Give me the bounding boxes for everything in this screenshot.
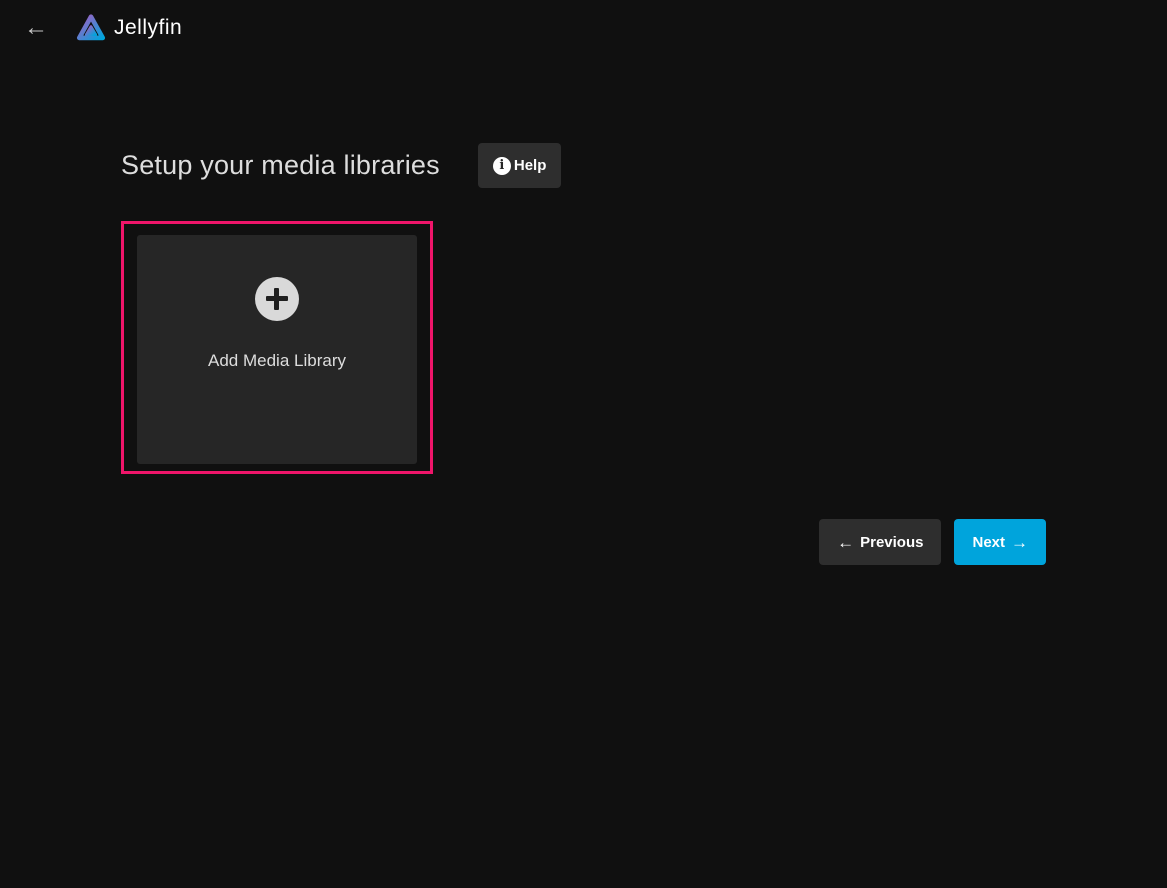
help-button[interactable]: i Help [478, 143, 562, 188]
page-title: Setup your media libraries [121, 150, 440, 181]
next-button-label: Next [972, 534, 1005, 551]
brand: Jellyfin [76, 13, 182, 43]
previous-button-label: Previous [860, 534, 923, 551]
add-media-library-label: Add Media Library [208, 351, 346, 371]
info-icon: i [493, 157, 511, 175]
arrow-left-icon: ← [837, 534, 854, 551]
back-button[interactable]: ← [16, 8, 56, 48]
brand-title: Jellyfin [114, 16, 182, 40]
highlight-annotation-box: Add Media Library [121, 221, 433, 474]
setup-wizard-page: Setup your media libraries i Help Add Me… [121, 56, 1046, 565]
add-media-library-card[interactable]: Add Media Library [137, 235, 417, 464]
plus-icon [255, 277, 299, 321]
next-button[interactable]: Next → [954, 519, 1046, 565]
app-bar: ← Jellyfin [0, 0, 1167, 56]
wizard-nav-row: ← Previous Next → [121, 519, 1046, 565]
help-button-label: Help [514, 157, 547, 174]
arrow-right-icon: → [1011, 534, 1028, 551]
jellyfin-logo-icon [76, 13, 106, 43]
arrow-back-icon: ← [24, 16, 48, 40]
previous-button[interactable]: ← Previous [819, 519, 941, 565]
heading-row: Setup your media libraries i Help [121, 143, 1046, 188]
